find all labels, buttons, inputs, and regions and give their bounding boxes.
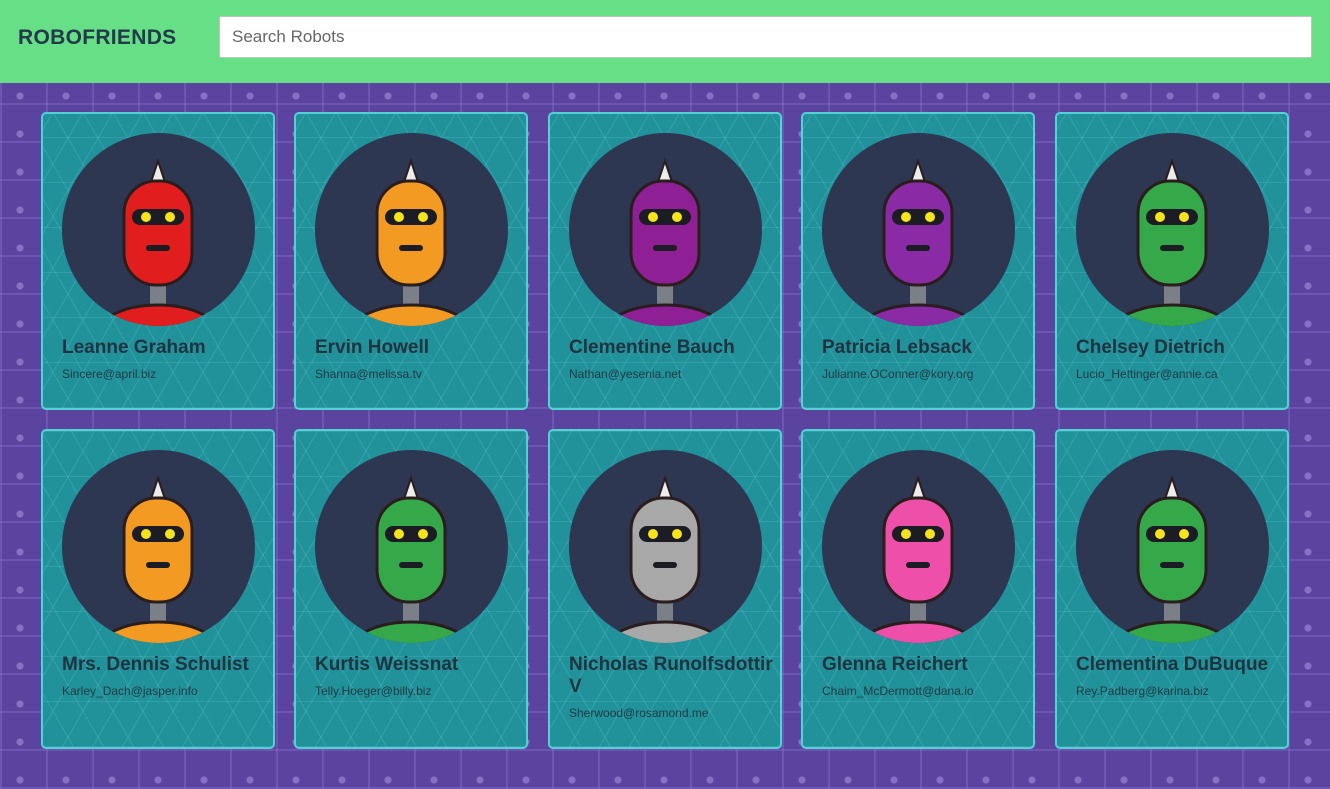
robot-card[interactable]: Glenna Reichert Chaim_McDermott@dana.io — [801, 429, 1035, 749]
robot-name: Nicholas Runolfsdottir V — [569, 654, 773, 697]
robot-card[interactable]: Nicholas Runolfsdottir V Sherwood@rosamon… — [548, 429, 782, 749]
robot-email: Nathan@yesenia.net — [569, 367, 682, 381]
robot-name: Chelsey Dietrich — [1076, 337, 1225, 358]
robot-avatar — [822, 133, 1015, 326]
robot-name: Glenna Reichert — [822, 654, 968, 675]
robot-name: Patricia Lebsack — [822, 337, 972, 358]
robot-email: Sherwood@rosamond.me — [569, 706, 709, 720]
robot-name: Clementine Bauch — [569, 337, 735, 358]
robot-card[interactable]: Ervin Howell Shanna@melissa.tv — [294, 112, 528, 410]
robot-name: Kurtis Weissnat — [315, 654, 459, 675]
robot-email: Chaim_McDermott@dana.io — [822, 684, 974, 698]
robot-avatar — [62, 133, 255, 326]
robot-avatar — [1076, 133, 1269, 326]
robot-card-grid: Leanne Graham Sincere@april.biz Ervin Howe… — [0, 0, 1330, 789]
robot-card[interactable]: Leanne Graham Sincere@april.biz — [41, 112, 275, 410]
robot-avatar — [1076, 450, 1269, 643]
robot-email: Telly.Hoeger@billy.biz — [315, 684, 432, 698]
robot-email: Shanna@melissa.tv — [315, 367, 422, 381]
robot-email: Julianne.OConner@kory.org — [822, 367, 974, 381]
robot-name: Leanne Graham — [62, 337, 206, 358]
robot-name: Clementina DuBuque — [1076, 654, 1269, 675]
robot-card[interactable]: Kurtis Weissnat Telly.Hoeger@billy.biz — [294, 429, 528, 749]
robot-avatar — [569, 450, 762, 643]
robot-card[interactable]: Clementine Bauch Nathan@yesenia.net — [548, 112, 782, 410]
robot-card[interactable]: Mrs. Dennis Schulist Karley_Dach@jasper.i… — [41, 429, 275, 749]
robot-card[interactable]: Patricia Lebsack Julianne.OConner@kory.or… — [801, 112, 1035, 410]
robot-avatar — [315, 450, 508, 643]
robot-avatar — [822, 450, 1015, 643]
robot-name: Ervin Howell — [315, 337, 430, 358]
robot-avatar — [62, 450, 255, 643]
robot-email: Sincere@april.biz — [62, 367, 157, 381]
robot-card[interactable]: Chelsey Dietrich Lucio_Hettinger@annie.ca — [1055, 112, 1289, 410]
robot-card[interactable]: Clementina DuBuque Rey.Padberg@karina.biz — [1055, 429, 1289, 749]
robot-email: Rey.Padberg@karina.biz — [1076, 684, 1209, 698]
robot-email: Karley_Dach@jasper.info — [62, 684, 198, 698]
robot-avatar — [569, 133, 762, 326]
robot-name: Mrs. Dennis Schulist — [62, 654, 249, 675]
robot-avatar — [315, 133, 508, 326]
robot-email: Lucio_Hettinger@annie.ca — [1076, 367, 1218, 381]
